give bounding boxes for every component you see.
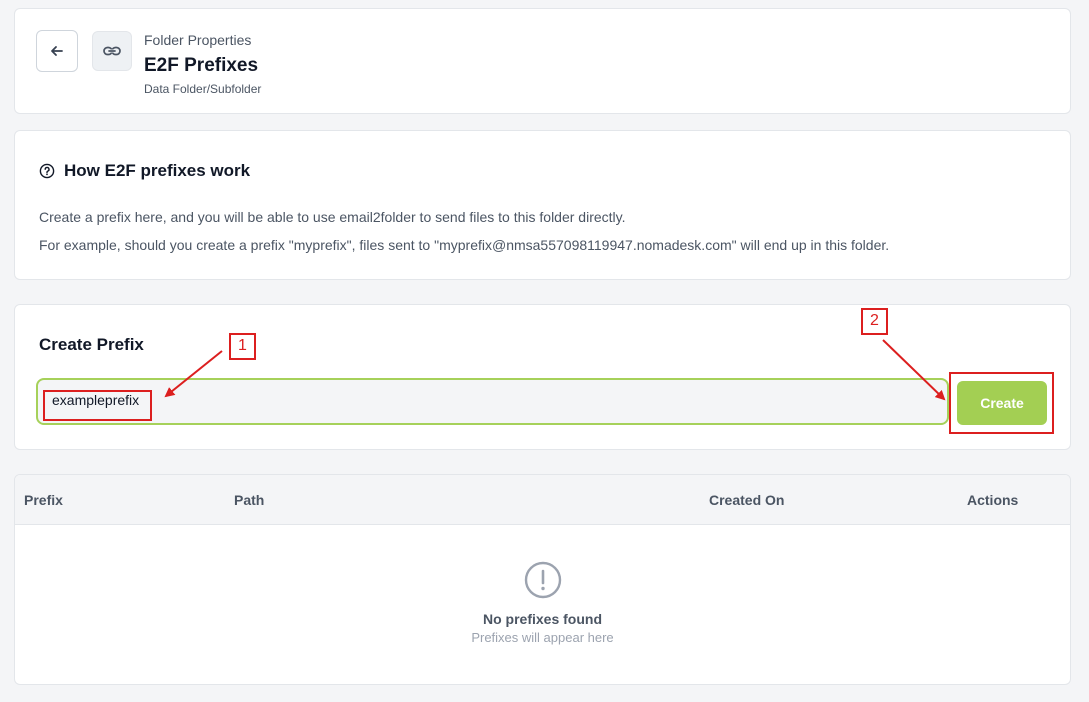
info-text-line-1: Create a prefix here, and you will be ab… xyxy=(39,209,626,225)
link-icon-badge xyxy=(92,31,132,71)
create-prefix-title: Create Prefix xyxy=(39,335,144,354)
breadcrumb-eyebrow: Folder Properties xyxy=(144,32,252,48)
empty-state-title: No prefixes found xyxy=(482,611,602,627)
create-prefix-card: Create Prefix Create xyxy=(14,304,1071,450)
annotation-label-1: 1 xyxy=(229,333,256,360)
prefix-table: Prefix Path Created On Actions No prefix… xyxy=(14,474,1071,685)
question-circle-icon xyxy=(39,163,55,179)
empty-state: No prefixes found Prefixes will appear h… xyxy=(15,560,1070,645)
link-icon xyxy=(103,46,121,56)
back-button[interactable] xyxy=(36,30,78,72)
column-header-prefix: Prefix xyxy=(24,492,63,508)
column-header-actions: Actions xyxy=(967,492,1019,508)
info-title: How E2F prefixes work xyxy=(64,161,251,180)
prefix-input[interactable] xyxy=(52,392,932,408)
header-text: Folder Properties E2F Prefixes Data Fold… xyxy=(144,32,261,96)
annotation-box-input xyxy=(43,390,152,421)
exclamation-circle-icon xyxy=(524,561,561,599)
arrow-left-icon xyxy=(51,46,63,56)
header-card: Folder Properties E2F Prefixes Data Fold… xyxy=(14,8,1071,114)
table-header: Prefix Path Created On Actions xyxy=(15,475,1070,525)
folder-path: Data Folder/Subfolder xyxy=(144,82,262,96)
info-heading: How E2F prefixes work xyxy=(39,161,250,181)
prefix-input-container xyxy=(36,378,949,425)
annotation-label-2: 2 xyxy=(861,308,888,335)
page-title: E2F Prefixes xyxy=(144,55,259,76)
info-text-line-2: For example, should you create a prefix … xyxy=(39,237,890,253)
empty-state-subtitle: Prefixes will appear here xyxy=(471,630,614,645)
info-card: How E2F prefixes work Create a prefix he… xyxy=(14,130,1071,280)
annotation-box-create-button xyxy=(949,372,1054,434)
column-header-path: Path xyxy=(234,492,265,508)
column-header-created-on: Created On xyxy=(709,492,785,508)
